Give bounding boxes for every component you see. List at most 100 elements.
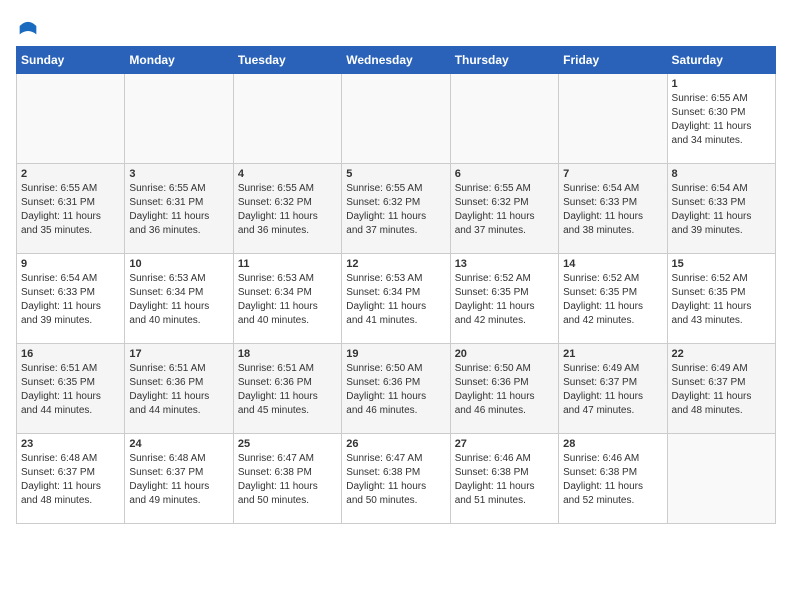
day-info: Sunrise: 6:47 AM Sunset: 6:38 PM Dayligh…	[238, 452, 337, 508]
calendar-cell: 2Sunrise: 6:55 AM Sunset: 6:31 PM Daylig…	[17, 164, 125, 254]
calendar-cell: 9 Sunrise: 6:54 AM Sunset: 6:33 PM Daylig…	[17, 254, 125, 344]
calendar-cell: 10 Sunrise: 6:53 AM Sunset: 6:34 PM Dayli…	[125, 254, 233, 344]
day-info: Sunrise: 6:47 AM Sunset: 6:38 PM Dayligh…	[346, 452, 445, 508]
day-info: Sunrise: 6:48 AM Sunset: 6:37 PM Dayligh…	[21, 452, 120, 508]
calendar-cell: 24 Sunrise: 6:48 AM Sunset: 6:37 PM Dayli…	[125, 434, 233, 524]
day-info: Sunrise: 6:54 AM Sunset: 6:33 PM Dayligh…	[21, 272, 120, 328]
calendar-cell: 26 Sunrise: 6:47 AM Sunset: 6:38 PM Dayli…	[342, 434, 450, 524]
day-number: 20	[455, 348, 554, 360]
day-info: Sunrise: 6:52 AM Sunset: 6:35 PM Dayligh…	[563, 272, 662, 328]
weekday-header-saturday: Saturday	[667, 47, 775, 74]
weekday-header-sunday: Sunday	[17, 47, 125, 74]
calendar-cell	[233, 74, 341, 164]
day-info: Sunrise: 6:53 AM Sunset: 6:34 PM Dayligh…	[238, 272, 337, 328]
day-info: Sunrise: 6:53 AM Sunset: 6:34 PM Dayligh…	[129, 272, 228, 328]
day-number: 15	[672, 258, 771, 270]
day-info: Sunrise: 6:51 AM Sunset: 6:36 PM Dayligh…	[129, 362, 228, 418]
day-info: Sunrise: 6:55 AM Sunset: 6:31 PM Dayligh…	[129, 182, 228, 238]
day-number: 9	[21, 258, 120, 270]
day-info: Sunrise: 6:55 AM Sunset: 6:32 PM Dayligh…	[346, 182, 445, 238]
calendar-cell: 11 Sunrise: 6:53 AM Sunset: 6:34 PM Dayli…	[233, 254, 341, 344]
day-number: 18	[238, 348, 337, 360]
logo-icon	[18, 16, 38, 36]
day-number: 4	[238, 168, 337, 180]
weekday-header-tuesday: Tuesday	[233, 47, 341, 74]
day-info: Sunrise: 6:55 AM Sunset: 6:31 PM Dayligh…	[21, 182, 120, 238]
day-info: Sunrise: 6:54 AM Sunset: 6:33 PM Dayligh…	[672, 182, 771, 238]
page-header	[16, 16, 776, 36]
day-number: 5	[346, 168, 445, 180]
day-info: Sunrise: 6:48 AM Sunset: 6:37 PM Dayligh…	[129, 452, 228, 508]
day-info: Sunrise: 6:49 AM Sunset: 6:37 PM Dayligh…	[672, 362, 771, 418]
calendar-cell: 8 Sunrise: 6:54 AM Sunset: 6:33 PM Daylig…	[667, 164, 775, 254]
day-info: Sunrise: 6:50 AM Sunset: 6:36 PM Dayligh…	[455, 362, 554, 418]
calendar-cell: 1 Sunrise: 6:55 AM Sunset: 6:30 PM Daylig…	[667, 74, 775, 164]
day-number: 21	[563, 348, 662, 360]
calendar-cell: 19Sunrise: 6:50 AM Sunset: 6:36 PM Dayli…	[342, 344, 450, 434]
day-info: Sunrise: 6:52 AM Sunset: 6:35 PM Dayligh…	[455, 272, 554, 328]
logo	[16, 16, 38, 36]
calendar-cell	[342, 74, 450, 164]
calendar-cell: 4 Sunrise: 6:55 AM Sunset: 6:32 PM Daylig…	[233, 164, 341, 254]
calendar-cell: 6Sunrise: 6:55 AM Sunset: 6:32 PM Daylig…	[450, 164, 558, 254]
day-number: 25	[238, 438, 337, 450]
day-info: Sunrise: 6:49 AM Sunset: 6:37 PM Dayligh…	[563, 362, 662, 418]
day-number: 27	[455, 438, 554, 450]
calendar-cell	[559, 74, 667, 164]
day-number: 11	[238, 258, 337, 270]
day-number: 10	[129, 258, 228, 270]
calendar-week-row: 2Sunrise: 6:55 AM Sunset: 6:31 PM Daylig…	[17, 164, 776, 254]
day-number: 8	[672, 168, 771, 180]
weekday-header-friday: Friday	[559, 47, 667, 74]
weekday-header-row: SundayMondayTuesdayWednesdayThursdayFrid…	[17, 47, 776, 74]
calendar-cell: 27 Sunrise: 6:46 AM Sunset: 6:38 PM Dayli…	[450, 434, 558, 524]
day-number: 17	[129, 348, 228, 360]
calendar-cell: 13 Sunrise: 6:52 AM Sunset: 6:35 PM Dayli…	[450, 254, 558, 344]
day-number: 12	[346, 258, 445, 270]
calendar-cell: 28 Sunrise: 6:46 AM Sunset: 6:38 PM Dayli…	[559, 434, 667, 524]
weekday-header-monday: Monday	[125, 47, 233, 74]
day-info: Sunrise: 6:51 AM Sunset: 6:36 PM Dayligh…	[238, 362, 337, 418]
calendar-week-row: 16 Sunrise: 6:51 AM Sunset: 6:35 PM Dayli…	[17, 344, 776, 434]
day-info: Sunrise: 6:46 AM Sunset: 6:38 PM Dayligh…	[455, 452, 554, 508]
day-info: Sunrise: 6:51 AM Sunset: 6:35 PM Dayligh…	[21, 362, 120, 418]
calendar-cell: 14 Sunrise: 6:52 AM Sunset: 6:35 PM Dayli…	[559, 254, 667, 344]
day-number: 3	[129, 168, 228, 180]
calendar-table: SundayMondayTuesdayWednesdayThursdayFrid…	[16, 46, 776, 524]
calendar-cell: 7Sunrise: 6:54 AM Sunset: 6:33 PM Daylig…	[559, 164, 667, 254]
calendar-week-row: 9 Sunrise: 6:54 AM Sunset: 6:33 PM Daylig…	[17, 254, 776, 344]
calendar-week-row: 1 Sunrise: 6:55 AM Sunset: 6:30 PM Daylig…	[17, 74, 776, 164]
day-number: 13	[455, 258, 554, 270]
calendar-cell: 23 Sunrise: 6:48 AM Sunset: 6:37 PM Dayli…	[17, 434, 125, 524]
calendar-cell: 16 Sunrise: 6:51 AM Sunset: 6:35 PM Dayli…	[17, 344, 125, 434]
day-number: 22	[672, 348, 771, 360]
day-number: 24	[129, 438, 228, 450]
calendar-cell: 25 Sunrise: 6:47 AM Sunset: 6:38 PM Dayli…	[233, 434, 341, 524]
calendar-cell: 17 Sunrise: 6:51 AM Sunset: 6:36 PM Dayli…	[125, 344, 233, 434]
calendar-cell: 20 Sunrise: 6:50 AM Sunset: 6:36 PM Dayli…	[450, 344, 558, 434]
day-number: 1	[672, 78, 771, 90]
calendar-cell	[667, 434, 775, 524]
calendar-cell: 21 Sunrise: 6:49 AM Sunset: 6:37 PM Dayli…	[559, 344, 667, 434]
calendar-cell: 5 Sunrise: 6:55 AM Sunset: 6:32 PM Daylig…	[342, 164, 450, 254]
calendar-cell: 3 Sunrise: 6:55 AM Sunset: 6:31 PM Daylig…	[125, 164, 233, 254]
day-number: 14	[563, 258, 662, 270]
day-number: 23	[21, 438, 120, 450]
day-info: Sunrise: 6:50 AM Sunset: 6:36 PM Dayligh…	[346, 362, 445, 418]
weekday-header-wednesday: Wednesday	[342, 47, 450, 74]
day-info: Sunrise: 6:53 AM Sunset: 6:34 PM Dayligh…	[346, 272, 445, 328]
day-info: Sunrise: 6:55 AM Sunset: 6:32 PM Dayligh…	[238, 182, 337, 238]
day-number: 16	[21, 348, 120, 360]
calendar-cell: 22 Sunrise: 6:49 AM Sunset: 6:37 PM Dayli…	[667, 344, 775, 434]
day-number: 28	[563, 438, 662, 450]
calendar-cell: 18 Sunrise: 6:51 AM Sunset: 6:36 PM Dayli…	[233, 344, 341, 434]
weekday-header-thursday: Thursday	[450, 47, 558, 74]
day-info: Sunrise: 6:55 AM Sunset: 6:30 PM Dayligh…	[672, 92, 771, 148]
calendar-cell	[450, 74, 558, 164]
calendar-week-row: 23 Sunrise: 6:48 AM Sunset: 6:37 PM Dayli…	[17, 434, 776, 524]
calendar-cell	[17, 74, 125, 164]
day-number: 26	[346, 438, 445, 450]
day-info: Sunrise: 6:46 AM Sunset: 6:38 PM Dayligh…	[563, 452, 662, 508]
day-number: 7	[563, 168, 662, 180]
day-info: Sunrise: 6:52 AM Sunset: 6:35 PM Dayligh…	[672, 272, 771, 328]
